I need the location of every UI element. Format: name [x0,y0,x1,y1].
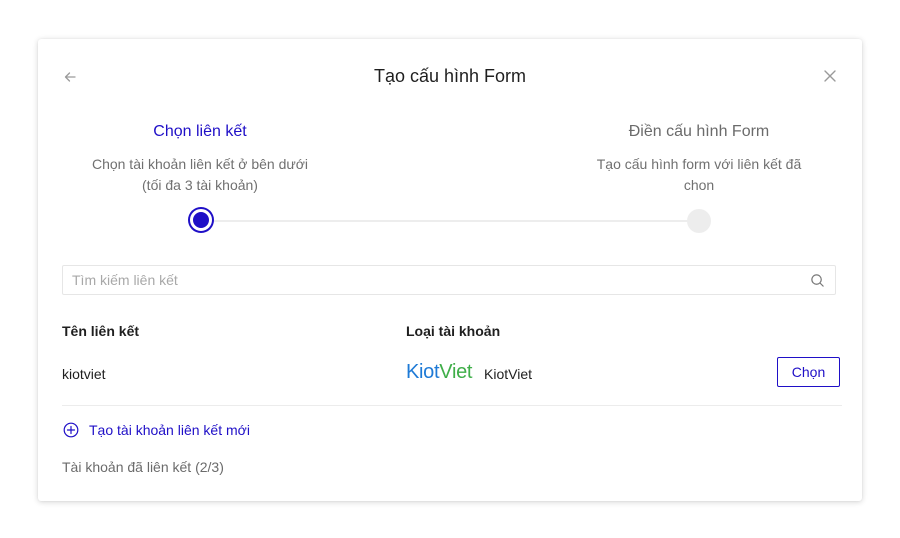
step-description: Tạo cấu hình form với liên kết đã chon [596,156,802,193]
close-icon [824,70,836,82]
plus-circle-icon [63,422,79,438]
account-type: KiotViet [484,366,532,382]
stepper-track [202,220,699,222]
column-header-link-name: Tên liên kết [62,323,140,339]
search-input[interactable] [63,266,811,294]
close-button[interactable] [822,68,838,84]
step-title: Chọn liên kết [153,123,247,140]
link-name: kiotviet [62,366,106,382]
column-header-account-type: Loại tài khoản [406,323,501,339]
step-indicator-inactive [687,209,711,233]
create-new-link-label: Tạo tài khoản liên kết mới [89,422,250,438]
step-fill-form-config: Điền cấu hình Form Tạo cấu hình form với… [589,123,809,196]
search-box [62,265,836,295]
modal-title: Tạo cấu hình Form [373,66,527,86]
search-icon[interactable] [810,273,825,288]
linked-accounts-count: Tài khoản đã liên kết (2/3) [62,459,224,475]
step-choose-link: Chọn liên kết Chọn tài khoản liên kết ở … [90,123,310,196]
choose-button[interactable]: Chọn [777,357,840,387]
step-indicator-active [190,209,212,231]
create-new-link-button[interactable]: Tạo tài khoản liên kết mới [63,422,250,438]
step-title: Điền cấu hình Form [628,123,770,140]
kiotviet-logo: KiotViet [406,361,473,383]
table-row: kiotviet KiotViet KiotViet Chọn [62,357,842,406]
create-form-config-modal: Tạo cấu hình Form Chọn liên kết Chọn tài… [38,39,862,501]
step-description: Chọn tài khoản liên kết ở bên dưới (tối … [91,156,309,193]
